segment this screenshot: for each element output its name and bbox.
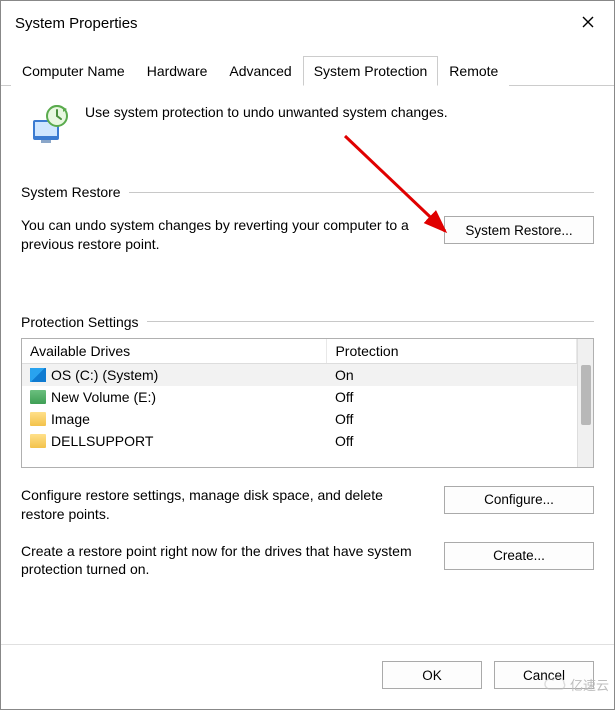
divider [129,192,594,193]
watermark-text: 亿速云 [570,675,609,694]
watermark: 亿速云 [544,675,609,694]
windows-drive-icon [30,368,46,382]
configure-row: Configure restore settings, manage disk … [21,486,594,524]
folder-icon [30,434,46,448]
table-row[interactable]: DELLSUPPORT Off [22,430,577,452]
system-protection-icon [27,102,71,146]
tab-advanced[interactable]: Advanced [218,56,302,86]
drives-table: Available Drives Protection OS (C:) (Sys… [21,338,594,468]
drive-status: Off [327,408,577,430]
create-row: Create a restore point right now for the… [21,542,594,580]
tab-content: Use system protection to undo unwanted s… [1,86,614,624]
table-row[interactable]: Image Off [22,408,577,430]
tab-computer-name[interactable]: Computer Name [11,56,136,86]
intro-row: Use system protection to undo unwanted s… [21,96,594,164]
scrollbar-thumb[interactable] [581,365,591,425]
drive-status: Off [327,430,577,452]
table-row[interactable]: OS (C:) (System) On [22,363,577,386]
col-available-drives[interactable]: Available Drives [22,339,327,364]
dialog-footer: OK Cancel [1,644,614,709]
tab-strip: Computer Name Hardware Advanced System P… [1,55,614,86]
ok-button[interactable]: OK [382,661,482,689]
drives-scroll[interactable]: Available Drives Protection OS (C:) (Sys… [22,339,577,467]
restore-row: You can undo system changes by reverting… [21,208,594,264]
col-protection[interactable]: Protection [327,339,577,364]
tab-remote[interactable]: Remote [438,56,509,86]
create-button[interactable]: Create... [444,542,594,570]
drive-name: OS (C:) (System) [51,367,158,383]
drive-name: DELLSUPPORT [51,433,153,449]
system-restore-button[interactable]: System Restore... [444,216,594,244]
create-description: Create a restore point right now for the… [21,542,426,580]
divider [147,321,594,322]
configure-button[interactable]: Configure... [444,486,594,514]
intro-text: Use system protection to undo unwanted s… [85,102,448,120]
drive-status: On [327,363,577,386]
configure-description: Configure restore settings, manage disk … [21,486,426,524]
folder-icon [30,412,46,426]
drive-name: Image [51,411,90,427]
group-label-restore: System Restore [21,184,121,200]
drive-name: New Volume (E:) [51,389,156,405]
group-protection-settings: Protection Settings [21,314,594,330]
tab-system-protection[interactable]: System Protection [303,56,439,86]
volume-drive-icon [30,390,46,404]
restore-description: You can undo system changes by reverting… [21,216,424,254]
scrollbar[interactable] [577,339,593,467]
tab-hardware[interactable]: Hardware [136,56,219,86]
group-system-restore: System Restore [21,184,594,200]
drive-status: Off [327,386,577,408]
window-title: System Properties [15,15,138,32]
close-button[interactable] [574,13,602,34]
table-row[interactable]: New Volume (E:) Off [22,386,577,408]
system-properties-window: System Properties Computer Name Hardware… [0,0,615,710]
titlebar: System Properties [1,1,614,41]
group-label-protection: Protection Settings [21,314,139,330]
